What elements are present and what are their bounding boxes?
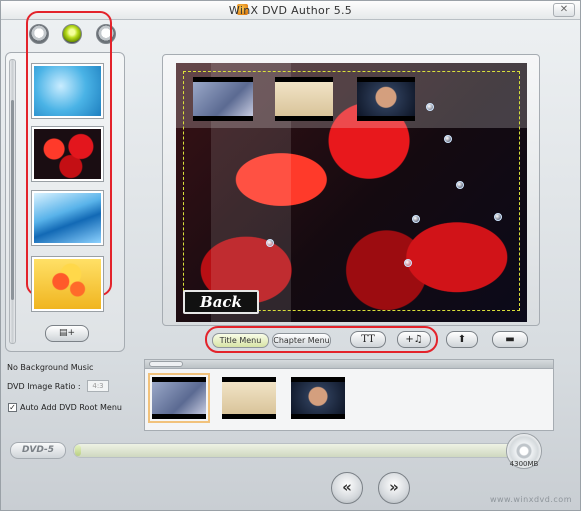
add-music-button[interactable]: +♫ bbox=[397, 331, 431, 348]
tab-chapter-menu[interactable]: Chapter Menu bbox=[272, 333, 331, 348]
background-thumb-1[interactable] bbox=[32, 64, 103, 118]
aspect-ratio-select[interactable]: 4:3 bbox=[87, 380, 109, 392]
timeline-scroll-thumb[interactable] bbox=[149, 361, 183, 367]
bubble-decoration bbox=[266, 239, 274, 247]
move-up-button[interactable]: ⬆ bbox=[446, 331, 478, 348]
background-music-label: No Background Music bbox=[7, 363, 94, 372]
previous-button[interactable]: « bbox=[331, 472, 363, 504]
remove-button[interactable]: ▬ bbox=[492, 331, 528, 348]
dvd-type-badge[interactable]: DVD-5 bbox=[10, 442, 66, 459]
bubble-decoration bbox=[404, 259, 412, 267]
menu-title-thumb-3[interactable] bbox=[357, 77, 415, 121]
background-thumb-4[interactable] bbox=[32, 257, 103, 311]
scroll-thumb[interactable] bbox=[11, 100, 14, 300]
back-button[interactable]: Back bbox=[183, 290, 259, 314]
disc-usage-fill bbox=[75, 445, 81, 456]
menu-title-thumb-2[interactable] bbox=[275, 77, 333, 121]
bubble-decoration bbox=[426, 103, 434, 111]
bubble-decoration bbox=[444, 135, 452, 143]
background-scrollbar[interactable] bbox=[9, 59, 16, 344]
background-thumb-2[interactable] bbox=[32, 127, 103, 181]
tab-title-menu[interactable]: Title Menu bbox=[212, 333, 269, 348]
auto-root-menu-checkbox[interactable]: ✓ bbox=[8, 403, 17, 412]
next-button[interactable]: » bbox=[378, 472, 410, 504]
timeline-scrollbar[interactable] bbox=[145, 360, 553, 369]
app-window: WinX DVD Author 5.5 ✕ ▤+ Back Title Menu… bbox=[0, 0, 581, 511]
close-icon[interactable]: ✕ bbox=[553, 3, 575, 17]
auto-root-menu-label: Auto Add DVD Root Menu bbox=[20, 403, 122, 412]
disc-capacity: 4300MB bbox=[509, 460, 539, 468]
bubble-decoration bbox=[412, 215, 420, 223]
watermark-text: www.winxdvd.com bbox=[489, 495, 572, 504]
aspect-ratio-label: DVD Image Ratio : bbox=[7, 382, 81, 391]
title-clip-2[interactable] bbox=[222, 377, 276, 419]
menu-title-thumb-1[interactable] bbox=[193, 77, 253, 121]
bubble-decoration bbox=[494, 213, 502, 221]
add-text-button[interactable]: TT bbox=[350, 331, 386, 348]
title-clip-3[interactable] bbox=[291, 377, 345, 419]
add-background-button[interactable]: ▤+ bbox=[45, 325, 89, 342]
title-timeline bbox=[144, 359, 554, 431]
menu-preview[interactable]: Back bbox=[176, 63, 527, 322]
bubble-decoration bbox=[456, 181, 464, 189]
title-clip-1[interactable] bbox=[148, 373, 210, 423]
disc-usage-bar bbox=[73, 443, 525, 458]
background-thumb-3[interactable] bbox=[32, 191, 103, 245]
